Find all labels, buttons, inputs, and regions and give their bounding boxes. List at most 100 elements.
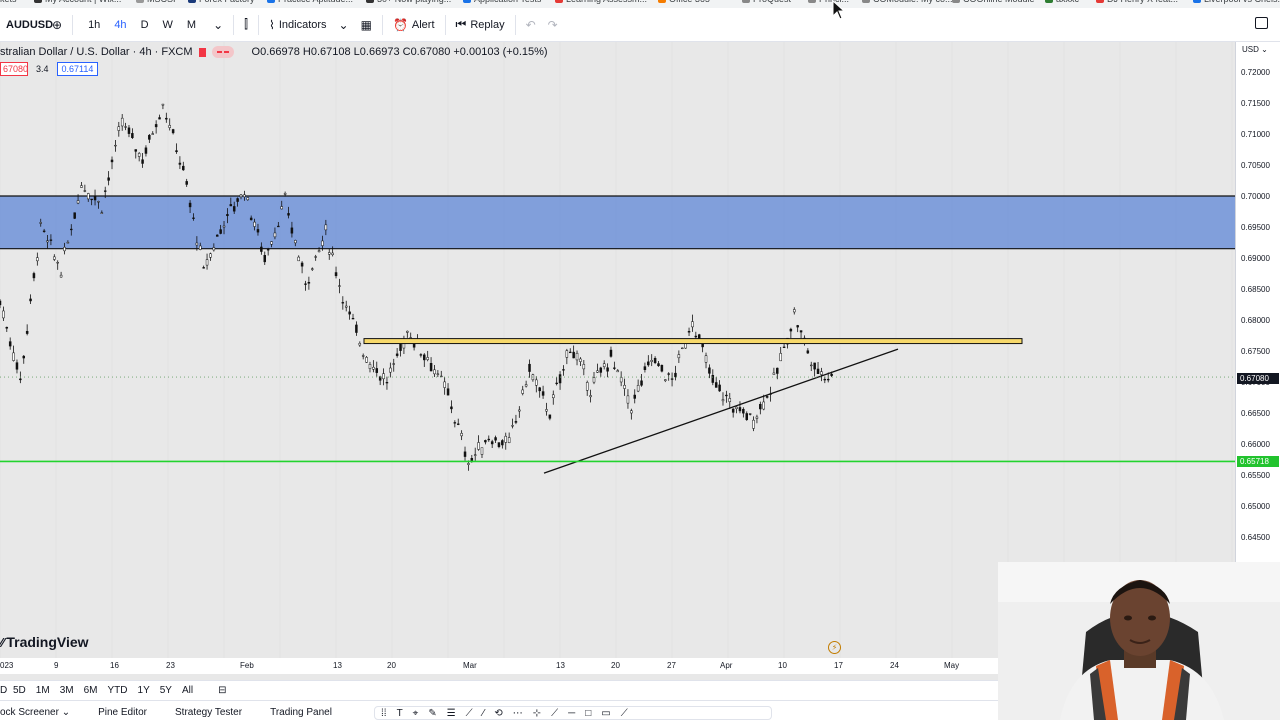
bookmark-item[interactable]: ProQuest — [742, 0, 791, 4]
bid-ask-row: 67080 3.4 0.67114 — [0, 62, 99, 76]
crosshair-tool-icon[interactable]: ⊹ — [533, 708, 541, 719]
candle-body — [134, 149, 138, 152]
chevron-down-icon: ⌄ — [338, 17, 349, 32]
candle-body — [589, 395, 592, 398]
strategy-tester-tab[interactable]: Strategy Tester — [161, 707, 256, 720]
stock-screener-tab[interactable]: ock Screener ⌄ — [0, 707, 84, 720]
compare-add-button[interactable]: ⊕ — [46, 8, 68, 41]
range-5d-button[interactable]: 5D — [8, 685, 31, 696]
chart-type-button[interactable]: ⫿ — [238, 8, 254, 41]
bookmark-item[interactable]: Application Tests — [463, 0, 541, 4]
bookmark-item[interactable]: Liverpool vs Chels... — [1193, 0, 1280, 4]
price-tick-label: 0.71000 — [1241, 130, 1270, 139]
range-ytd-button[interactable]: YTD — [103, 685, 133, 696]
interval-4h-button[interactable]: 4h — [109, 19, 131, 31]
candle-body — [307, 281, 311, 284]
pine-editor-tab[interactable]: Pine Editor — [84, 707, 161, 720]
symbol-description[interactable]: stralian Dollar / U.S. Dollar · 4h · FXC… — [0, 46, 193, 58]
mouse-cursor-icon — [832, 0, 846, 20]
measure-tool-icon[interactable]: ⌖ — [413, 708, 419, 719]
time-axis[interactable]: 023 9 16 23 Feb 13 20 Mar 13 20 27 Apr 10 17 24 May — [0, 658, 1000, 674]
buy-price-button[interactable]: 0.67114 — [56, 62, 99, 76]
bookmark-item[interactable]: DJ Henry X feat... — [1096, 0, 1178, 4]
range-1y-button[interactable]: 1Y — [133, 685, 155, 696]
ray-tool-icon[interactable]: ⁄ — [483, 708, 485, 719]
lightning-icon[interactable]: ⚡ — [828, 641, 841, 654]
layout-fullscreen-icon[interactable] — [1255, 17, 1268, 29]
bookmark-item[interactable]: My Account | Wix... — [34, 0, 121, 4]
range-5y-button[interactable]: 5Y — [155, 685, 177, 696]
candle-body — [480, 447, 484, 455]
candle-body — [677, 354, 681, 359]
bookmark-item[interactable]: Office 365 — [658, 0, 710, 4]
rectangle-tool-icon[interactable]: □ — [585, 708, 591, 719]
candle-body — [199, 245, 202, 250]
candle-body — [477, 442, 480, 450]
candle-body — [606, 367, 609, 372]
path-tool-icon[interactable]: ⟋ — [621, 708, 628, 719]
redo-button[interactable]: ↷ — [542, 8, 564, 41]
price-axis[interactable]: USD ⌄ 0.72000 0.71500 0.71000 0.70500 0.7000… — [1235, 42, 1280, 562]
indicators-dropdown-button[interactable]: ⌄ — [333, 8, 355, 41]
range-1m-button[interactable]: 1M — [31, 685, 55, 696]
candle-body — [93, 196, 97, 201]
pencil-tool-icon[interactable]: ✎ — [428, 708, 436, 719]
horizontal-line-tool-icon[interactable]: ─ — [568, 708, 575, 719]
interval-dropdown-button[interactable]: ⌄ — [207, 8, 229, 41]
candle-body — [731, 408, 735, 413]
rotate-tool-icon[interactable]: ⟲ — [494, 708, 502, 719]
bookmark-item[interactable]: COModule: My co... — [862, 0, 953, 4]
bookmark-label: ProQuest — [753, 0, 791, 4]
interval-w-button[interactable]: W — [158, 19, 178, 31]
red-flag-icon[interactable] — [198, 47, 206, 57]
replay-button[interactable]: ⏮ Replay — [450, 8, 511, 41]
bookmark-item[interactable]: COOnline Module — [952, 0, 1035, 4]
trading-panel-tab[interactable]: Trading Panel — [256, 707, 346, 720]
candle-body — [765, 396, 769, 398]
bookmark-item[interactable]: MSCSI — [136, 0, 176, 4]
bookmark-item[interactable]: 30+ Now playing... — [366, 0, 451, 4]
bookmark-item[interactable]: Learning Assessm... — [555, 0, 647, 4]
undo-button[interactable]: ↶ — [520, 8, 542, 41]
text-tool-icon[interactable]: T — [397, 708, 403, 719]
bookmark-label: Learning Assessm... — [566, 0, 647, 4]
candle-body — [582, 364, 586, 370]
range-6m-button[interactable]: 6M — [79, 685, 103, 696]
bookmark-item[interactable]: Practice Aptitude... — [267, 0, 353, 4]
indicators-label: Indicators — [278, 18, 327, 31]
alert-button[interactable]: ⏰ Alert — [387, 8, 441, 41]
drag-handle-icon[interactable]: ⁞⁞ — [381, 708, 387, 719]
trend-tool-icon[interactable]: ⟋ — [551, 708, 558, 719]
interval-1h-button[interactable]: 1h — [83, 19, 105, 31]
market-status-icon[interactable] — [211, 46, 234, 58]
symbol-search-button[interactable]: AUDUSD — [0, 8, 53, 41]
currency-selector[interactable]: USD ⌄ — [1242, 45, 1268, 54]
candle-body — [772, 372, 776, 375]
range-3m-button[interactable]: 3M — [55, 685, 79, 696]
interval-d-button[interactable]: D — [136, 19, 154, 31]
bookmark-favicon-icon — [188, 0, 196, 3]
tradingview-logo[interactable]: ⁄⁄ TradingView — [0, 634, 89, 650]
price-tick-label: 0.69500 — [1241, 223, 1270, 232]
candle-body — [63, 246, 66, 252]
interval-m-button[interactable]: M — [182, 19, 201, 31]
candle-body — [344, 305, 348, 308]
frame-tool-icon[interactable]: ▭ — [601, 708, 610, 719]
templates-button[interactable]: ▦ — [355, 8, 378, 41]
more-tool-icon[interactable]: ⋯ — [513, 708, 523, 719]
plus-circle-icon: ⊕ — [52, 17, 63, 32]
bookmark-item[interactable]: Forex Factory — [188, 0, 255, 4]
candle-body — [392, 363, 395, 365]
indicators-button[interactable]: ⌇ Indicators — [263, 8, 333, 41]
line-tool-icon[interactable]: ⟋ — [466, 708, 473, 719]
candle-body — [202, 267, 205, 269]
range-all-button[interactable]: All — [177, 685, 198, 696]
candle-body — [331, 252, 334, 255]
range-d-button[interactable]: D — [0, 685, 8, 696]
bookmark-item[interactable]: kets — [0, 0, 17, 4]
bookmark-item[interactable]: axxxc — [1045, 0, 1079, 4]
fib-tool-icon[interactable]: ☰ — [447, 708, 456, 719]
alert-label: Alert — [411, 18, 435, 31]
go-to-date-icon[interactable]: ⊟ — [198, 685, 231, 696]
sell-price-button[interactable]: 67080 — [0, 62, 28, 76]
